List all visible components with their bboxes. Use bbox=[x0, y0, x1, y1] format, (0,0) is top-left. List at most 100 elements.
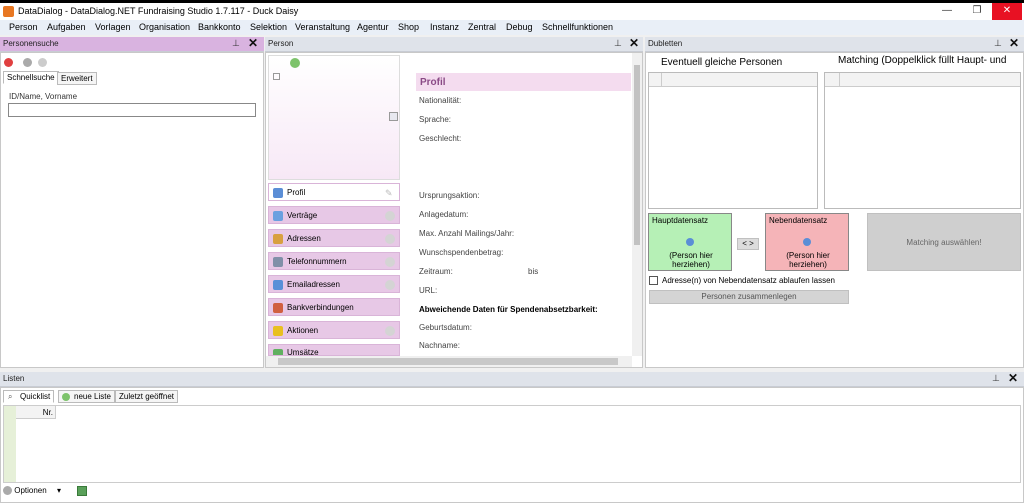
listen-header: Listen ⊥ ✕ bbox=[0, 372, 1024, 387]
personensuche-title: Personensuche bbox=[3, 39, 59, 48]
field-geburtsdatum: Geburtsdatum: bbox=[419, 323, 472, 332]
tab-erweitert[interactable]: Erweitert bbox=[57, 72, 97, 85]
pin-icon[interactable]: ⊥ bbox=[614, 38, 622, 49]
menu-aufgaben[interactable]: Aufgaben bbox=[47, 22, 86, 32]
export-icon[interactable] bbox=[77, 486, 87, 496]
hscroll-thumb[interactable] bbox=[278, 358, 618, 365]
nav-aktionen[interactable]: Aktionen bbox=[268, 321, 400, 339]
matching-grid[interactable] bbox=[824, 72, 1021, 209]
stop-icon[interactable] bbox=[4, 58, 13, 67]
edit-photo-icon[interactable] bbox=[389, 112, 398, 121]
menu-shop[interactable]: Shop bbox=[398, 22, 419, 32]
menu-schnellfunktionen[interactable]: Schnellfunktionen bbox=[542, 22, 613, 32]
swap-button[interactable]: < > bbox=[737, 238, 759, 250]
search-icon: ⌕ bbox=[8, 392, 13, 401]
status-dot-icon bbox=[385, 257, 395, 267]
nav-adressen[interactable]: Adressen bbox=[268, 229, 400, 247]
close-pane-icon[interactable]: ✕ bbox=[248, 37, 258, 50]
field-nationalitaet: Nationalität: bbox=[419, 96, 462, 105]
field-max-mailings: Max. Anzahl Mailings/Jahr: bbox=[419, 229, 515, 238]
copy-icon[interactable] bbox=[273, 73, 280, 80]
optionen-dropdown[interactable]: Optionen ▾ bbox=[3, 486, 61, 496]
person-scrollbar[interactable] bbox=[632, 53, 642, 356]
menu-selektion[interactable]: Selektion bbox=[250, 22, 287, 32]
tab-schnellsuche[interactable]: Schnellsuche bbox=[3, 71, 59, 84]
eventuell-grid[interactable] bbox=[648, 72, 818, 209]
nebendatensatz-hint: (Person hier herziehen) bbox=[786, 251, 830, 269]
menu-organisation[interactable]: Organisation bbox=[139, 22, 190, 32]
chevron-down-icon: ▾ bbox=[56, 486, 61, 495]
nav-profil[interactable]: Profil ✎ bbox=[268, 183, 400, 201]
adresse-ablaufen-label: Adresse(n) von Nebendatensatz ablaufen l… bbox=[662, 276, 835, 285]
matching-auswaehlen-button[interactable]: Matching auswählen! bbox=[867, 213, 1021, 271]
field-anlagedatum: Anlagedatum: bbox=[419, 210, 469, 219]
house-icon bbox=[273, 234, 283, 244]
menu-agentur[interactable]: Agentur bbox=[357, 22, 389, 32]
menu-person[interactable]: Person bbox=[9, 22, 38, 32]
id-name-input[interactable] bbox=[8, 103, 256, 117]
search-icon[interactable] bbox=[23, 58, 32, 67]
grid-header bbox=[825, 73, 1020, 87]
nav-vertraege[interactable]: Verträge bbox=[268, 206, 400, 224]
personensuche-header: Personensuche ⊥ ✕ bbox=[0, 37, 264, 52]
minimize-icon[interactable]: — bbox=[932, 3, 962, 20]
list-grid[interactable]: Nr. bbox=[3, 405, 1021, 483]
pin-icon[interactable]: ⊥ bbox=[992, 373, 1000, 384]
field-zeitraum-bis: bis bbox=[528, 267, 539, 276]
photo-area bbox=[268, 55, 400, 180]
close-icon[interactable]: ✕ bbox=[992, 3, 1022, 20]
personen-zusammenlegen-button[interactable]: Personen zusammenlegen bbox=[649, 290, 849, 304]
contract-icon bbox=[273, 211, 283, 221]
tab-neue-liste[interactable]: neue Liste bbox=[58, 390, 115, 403]
person-header: Person ⊥ ✕ bbox=[265, 37, 643, 52]
status-dot-icon bbox=[385, 280, 395, 290]
adresse-ablaufen-checkbox[interactable] bbox=[649, 276, 658, 285]
nav-umsaetze[interactable]: Umsätze bbox=[268, 344, 400, 356]
menu-vorlagen[interactable]: Vorlagen bbox=[95, 22, 131, 32]
nav-bankverbindungen[interactable]: Bankverbindungen bbox=[268, 298, 400, 316]
status-dot-icon bbox=[385, 211, 395, 221]
col-nr-header[interactable]: Nr. bbox=[16, 406, 56, 419]
pencil-icon: ✎ bbox=[385, 188, 393, 198]
pin-icon[interactable]: ⊥ bbox=[232, 38, 240, 49]
hauptdatensatz-dropzone[interactable]: Hauptdatensatz (Person hier herziehen) bbox=[648, 213, 732, 271]
menu-bankkonto[interactable]: Bankkonto bbox=[198, 22, 241, 32]
field-abweichende-daten: Abweichende Daten für Spendenabsetzbarke… bbox=[419, 305, 598, 314]
row-selector bbox=[4, 406, 16, 482]
close-pane-icon[interactable]: ✕ bbox=[1008, 372, 1018, 385]
profil-title: Profil bbox=[420, 77, 446, 88]
close-pane-icon[interactable]: ✕ bbox=[1009, 37, 1019, 50]
field-nachname: Nachname: bbox=[419, 341, 460, 350]
nav-telefonnummern[interactable]: Telefonnummern bbox=[268, 252, 400, 270]
window-title: DataDialog - DataDialog.NET Fundraising … bbox=[18, 6, 299, 16]
eventuell-header: Eventuell gleiche Personen bbox=[661, 57, 783, 68]
menu-instanz[interactable]: Instanz bbox=[430, 22, 459, 32]
field-geschlecht: Geschlecht: bbox=[419, 134, 462, 143]
nav-emailadressen[interactable]: Emailadressen bbox=[268, 275, 400, 293]
menu-zentral[interactable]: Zentral bbox=[468, 22, 496, 32]
nebendatensatz-dropzone[interactable]: Nebendatensatz (Person hier herziehen) bbox=[765, 213, 849, 271]
field-sprache: Sprache: bbox=[419, 115, 452, 124]
add-photo-icon[interactable] bbox=[290, 58, 300, 68]
title-bar: DataDialog - DataDialog.NET Fundraising … bbox=[0, 0, 1024, 20]
nebendatensatz-title: Nebendatensatz bbox=[769, 216, 828, 225]
hauptdatensatz-title: Hauptdatensatz bbox=[652, 216, 709, 225]
pin-icon[interactable]: ⊥ bbox=[994, 38, 1002, 49]
close-pane-icon[interactable]: ✕ bbox=[629, 37, 639, 50]
email-icon bbox=[273, 280, 283, 290]
field-zeitraum: Zeitraum: bbox=[419, 267, 453, 276]
menu-debug[interactable]: Debug bbox=[506, 22, 533, 32]
dubletten-header: Dubletten ⊥ ✕ bbox=[645, 37, 1024, 52]
phone-icon bbox=[273, 257, 283, 267]
scroll-thumb[interactable] bbox=[634, 65, 640, 245]
clear-icon[interactable] bbox=[38, 58, 47, 67]
tab-quicklist[interactable]: ⌕ Quicklist bbox=[3, 390, 55, 403]
person-hscrollbar[interactable] bbox=[266, 356, 632, 367]
app-icon bbox=[3, 6, 14, 17]
revenue-icon bbox=[273, 349, 283, 355]
tab-zuletzt-geoeffnet[interactable]: Zuletzt geöffnet bbox=[115, 390, 178, 403]
restore-icon[interactable]: ❐ bbox=[962, 3, 992, 20]
lightning-icon bbox=[273, 326, 283, 336]
id-name-label: ID/Name, Vorname bbox=[9, 92, 78, 101]
menu-veranstaltung[interactable]: Veranstaltung bbox=[295, 22, 350, 32]
